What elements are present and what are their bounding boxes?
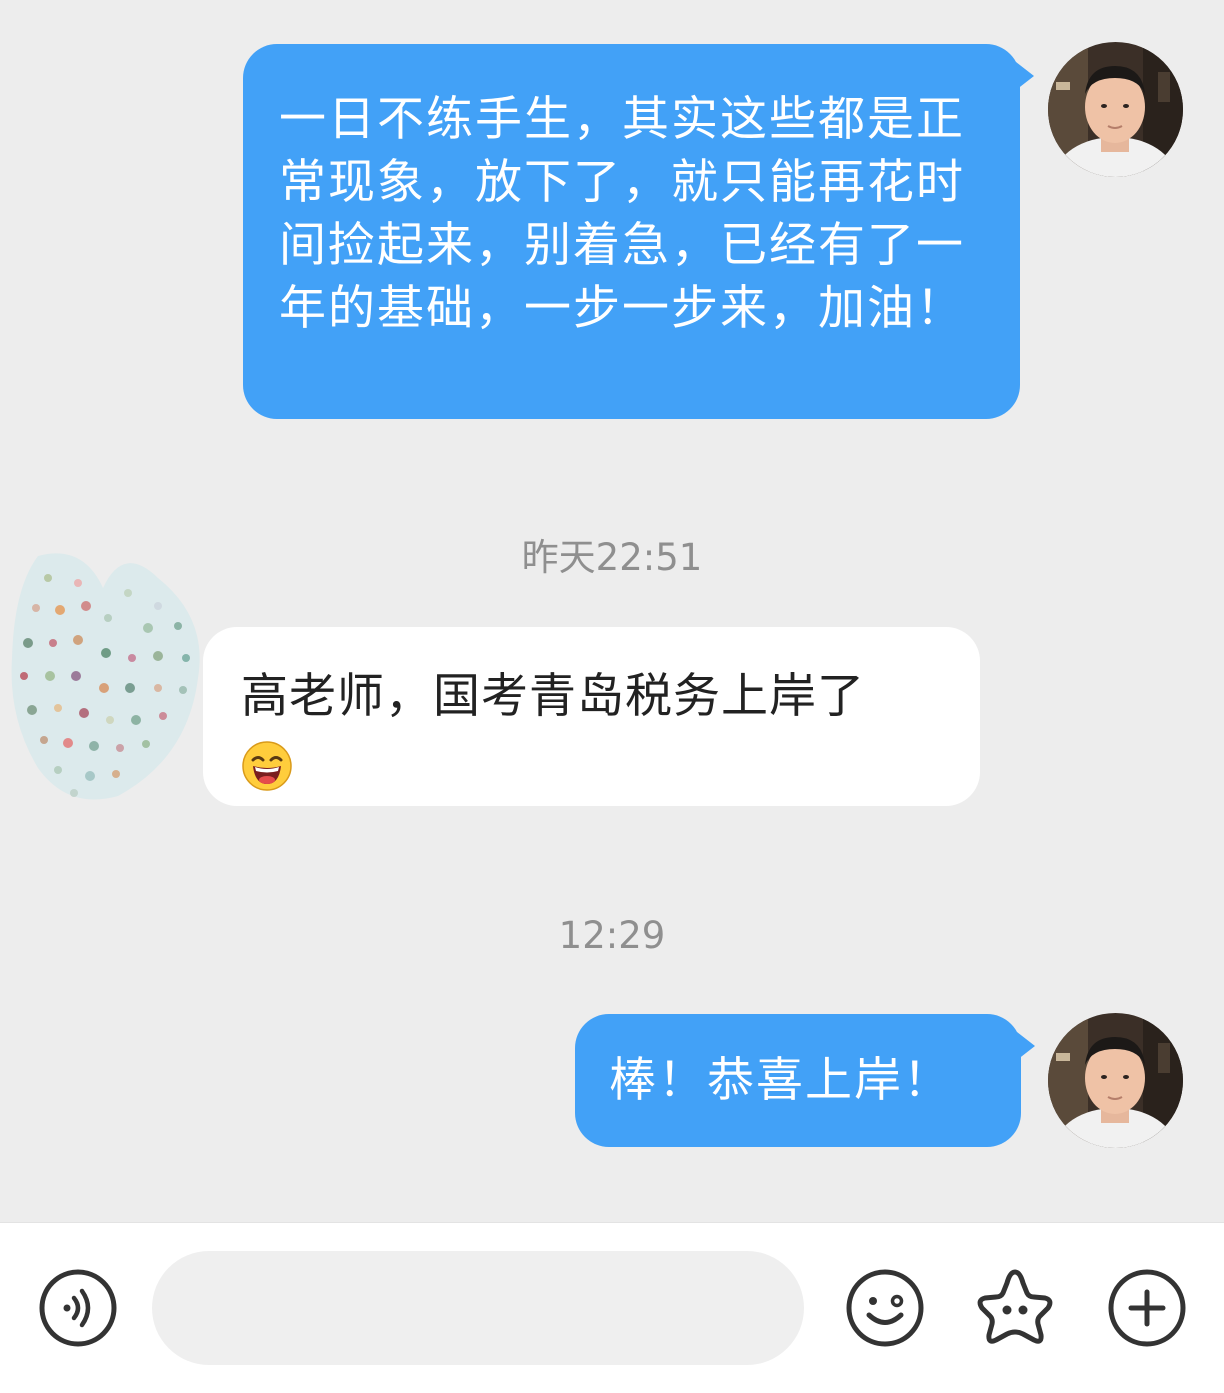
voice-button[interactable] bbox=[38, 1268, 118, 1348]
avatar[interactable] bbox=[8, 548, 208, 803]
sticker-icon bbox=[977, 1269, 1053, 1344]
message-bubble-outgoing[interactable]: 一日不练手生，其实这些都是正常现象，放下了，就只能再花时间捡起来，别着急，已经有… bbox=[243, 44, 1034, 419]
voice-icon bbox=[39, 1269, 117, 1347]
avatar-photo bbox=[11, 553, 200, 800]
avatar-photo bbox=[1048, 42, 1183, 177]
avatar[interactable] bbox=[1048, 1013, 1183, 1148]
laughing-emoji-icon bbox=[242, 740, 292, 791]
message-bubble-incoming[interactable]: 高老师，国考青岛税务上岸了 bbox=[203, 627, 980, 806]
message-input-bar bbox=[0, 1222, 1224, 1393]
message-text: 一日不练手生，其实这些都是正常现象，放下了，就只能再花时间捡起来，别着急，已经有… bbox=[279, 92, 965, 336]
avatar-photo bbox=[1048, 1013, 1183, 1148]
avatar[interactable] bbox=[1048, 42, 1183, 177]
sticker-button[interactable] bbox=[974, 1266, 1054, 1346]
message-text: 棒！恭喜上岸！ bbox=[609, 1053, 952, 1108]
message-text: 高老师，国考青岛税务上岸了 bbox=[241, 669, 865, 724]
more-button[interactable] bbox=[1107, 1268, 1187, 1348]
chat-area[interactable]: 一日不练手生，其实这些都是正常现象，放下了，就只能再花时间捡起来，别着急，已经有… bbox=[0, 0, 1224, 1222]
emoji-button[interactable] bbox=[845, 1268, 925, 1348]
message-bubble-outgoing[interactable]: 棒！恭喜上岸！ bbox=[575, 1014, 1035, 1147]
timestamp: 12:29 bbox=[558, 914, 666, 957]
plus-icon bbox=[1108, 1269, 1186, 1347]
message-input[interactable] bbox=[152, 1251, 804, 1365]
emoji-icon bbox=[846, 1269, 924, 1347]
